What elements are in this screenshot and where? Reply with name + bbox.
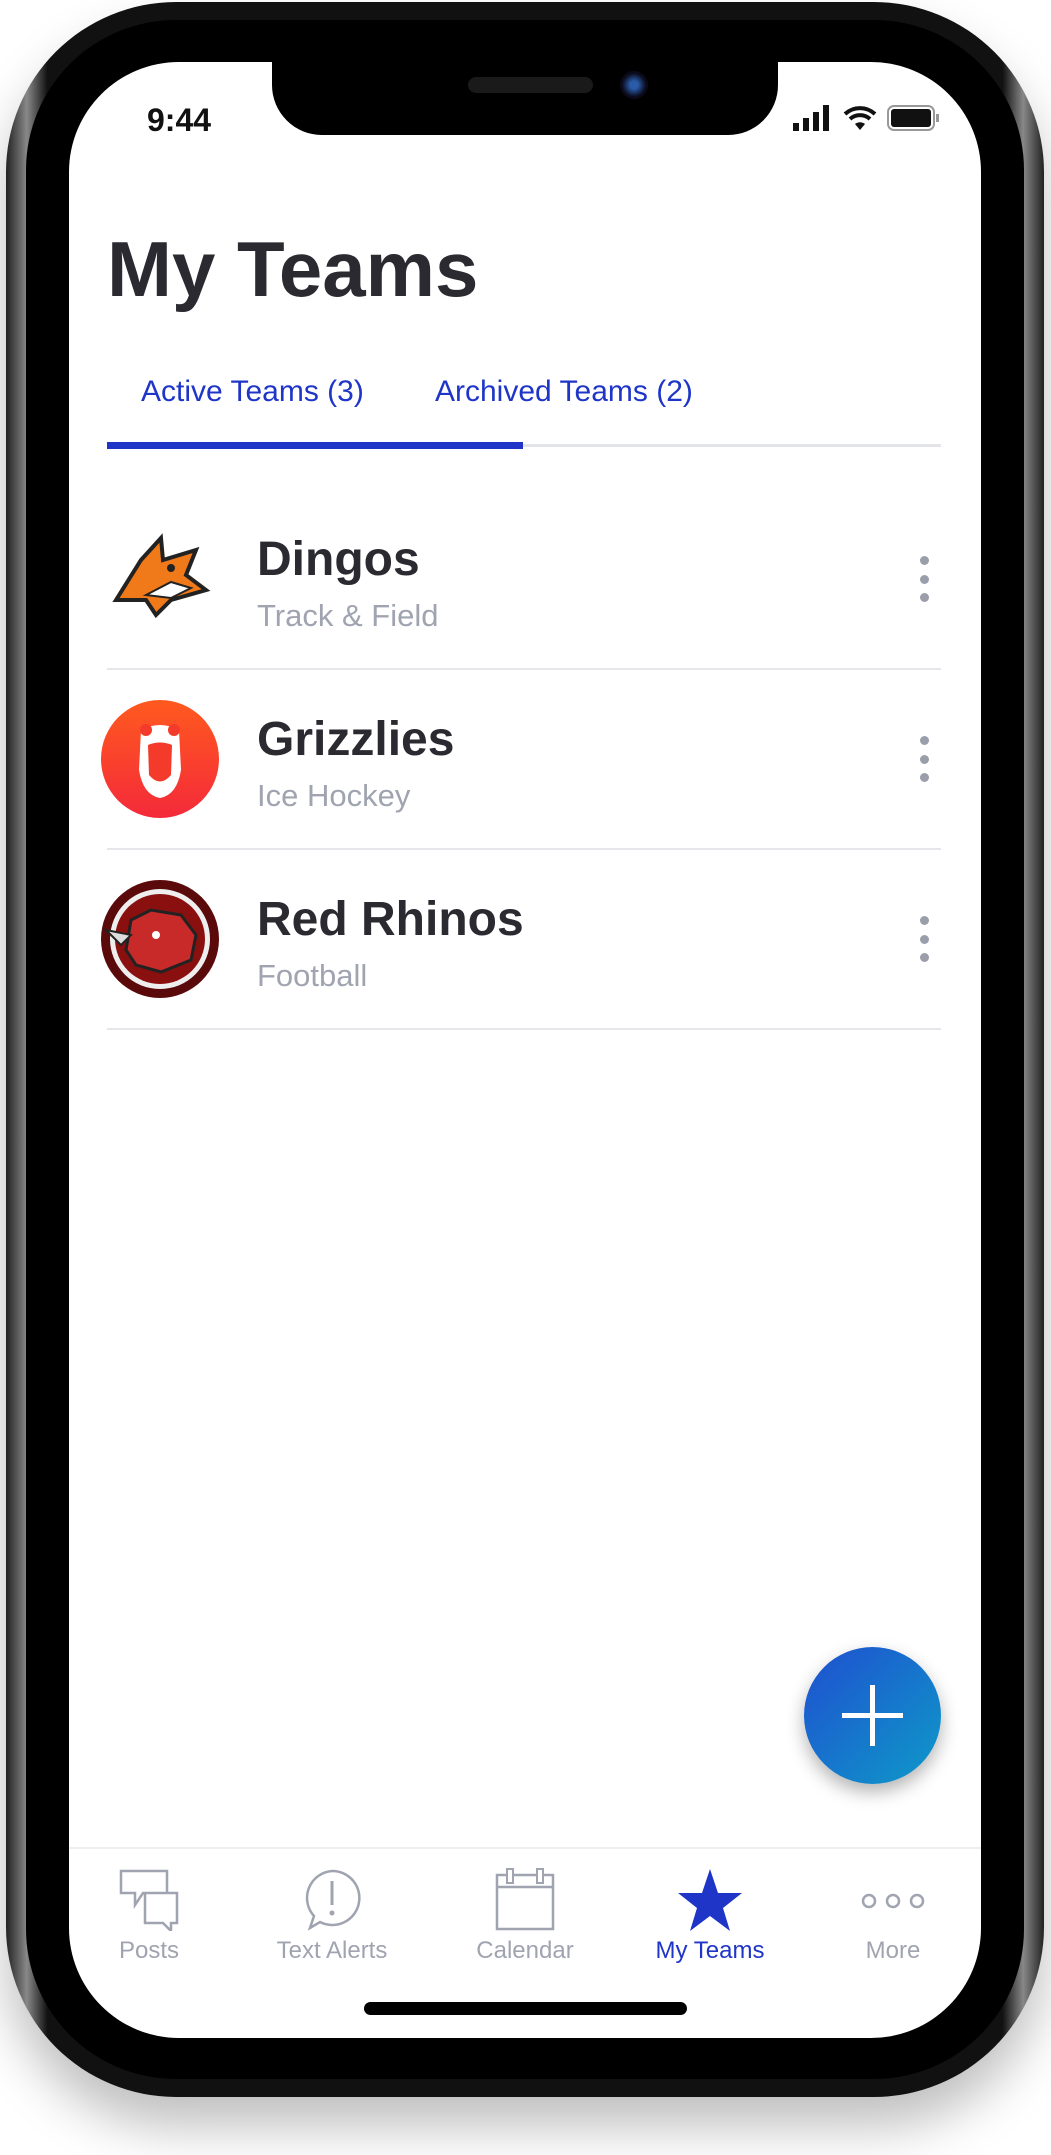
dingo-logo <box>112 533 211 619</box>
star-icon <box>678 1869 742 1931</box>
team-row-red-rhinos[interactable]: Red Rhinos Football <box>101 850 941 1030</box>
alert-bubble-icon <box>305 1869 361 1931</box>
grizzly-logo <box>101 700 219 818</box>
team-name: Red Rhinos <box>257 893 524 946</box>
notch <box>272 62 778 135</box>
status-time: 9:44 <box>147 102 212 138</box>
tab-bar-my-teams[interactable]: My Teams <box>635 1867 785 1965</box>
tab-bar-calendar[interactable]: Calendar <box>450 1867 600 1965</box>
team-row-dingos[interactable]: Dingos Track & Field <box>107 490 941 670</box>
tab-active-teams[interactable]: Active Teams (3) <box>141 375 364 409</box>
plus-icon <box>842 1685 903 1746</box>
tab-bar-more[interactable]: More <box>818 1867 968 1965</box>
team-sport: Ice Hockey <box>257 778 411 813</box>
rhino-logo <box>101 880 219 998</box>
active-tab-indicator <box>107 442 523 449</box>
calendar-icon <box>495 1868 555 1931</box>
add-team-button[interactable] <box>804 1647 941 1784</box>
tab-bar-posts[interactable]: Posts <box>74 1867 224 1965</box>
more-options-icon[interactable] <box>917 556 931 602</box>
team-row-grizzlies[interactable]: Grizzlies Ice Hockey <box>101 670 941 850</box>
more-options-icon[interactable] <box>917 736 931 782</box>
more-options-icon[interactable] <box>917 916 931 962</box>
wifi-icon <box>843 106 877 130</box>
team-name: Grizzlies <box>257 713 455 766</box>
camera-icon <box>620 71 648 99</box>
team-sport: Football <box>257 958 368 993</box>
status-icons <box>793 104 941 132</box>
battery-icon <box>887 105 939 131</box>
team-name: Dingos <box>257 533 420 586</box>
page-title: My Teams <box>107 225 479 313</box>
team-sport: Track & Field <box>257 598 439 633</box>
home-indicator[interactable] <box>364 2002 687 2015</box>
tab-archived-teams[interactable]: Archived Teams (2) <box>435 375 693 409</box>
more-dots-icon <box>861 1893 925 1909</box>
screen: 9:44 My Teams Active Teams (3) Archived … <box>69 62 981 2038</box>
chat-bubbles-icon <box>119 1869 179 1931</box>
tab-bar-text-alerts[interactable]: Text Alerts <box>257 1867 407 1965</box>
signal-icon <box>793 105 829 131</box>
